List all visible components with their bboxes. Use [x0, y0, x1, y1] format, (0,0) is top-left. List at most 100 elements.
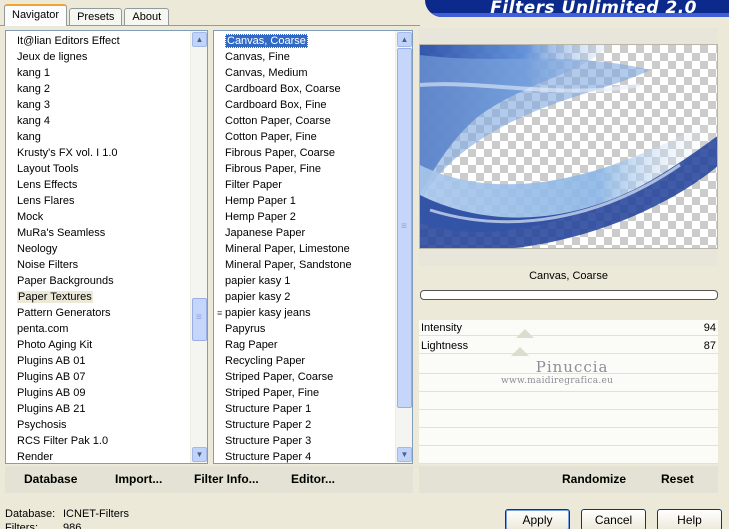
filter-item[interactable]: Cardboard Box, Coarse: [214, 81, 395, 97]
filter-item[interactable]: Papyrus: [214, 321, 395, 337]
category-item[interactable]: Pattern Generators: [6, 305, 190, 321]
filter-item[interactable]: ≡ papier kasy jeans: [214, 305, 395, 321]
filter-item-label: Structure Paper 1: [225, 403, 312, 415]
category-item[interactable]: It@lian Editors Effect: [6, 33, 190, 49]
category-item[interactable]: Layout Tools: [6, 161, 190, 177]
category-item[interactable]: kang 4: [6, 113, 190, 129]
category-item[interactable]: Paper Textures: [6, 289, 190, 305]
category-item[interactable]: RCS Filter Pak 1.0: [6, 433, 190, 449]
category-scrollbar[interactable]: ▲ ▼: [190, 31, 207, 463]
scroll-up-icon[interactable]: ▲: [397, 32, 412, 47]
filter-item[interactable]: Cotton Paper, Fine: [214, 129, 395, 145]
filter-item[interactable]: Canvas, Medium: [214, 65, 395, 81]
status-database-label: Database:: [5, 508, 56, 520]
category-item-label: Plugins AB 09: [17, 387, 86, 399]
slider-thumb-icon[interactable]: [516, 329, 534, 338]
scroll-down-icon[interactable]: ▼: [397, 447, 412, 462]
category-item[interactable]: Plugins AB 01: [6, 353, 190, 369]
category-item[interactable]: Paper Backgrounds: [6, 273, 190, 289]
category-item[interactable]: Plugins AB 21: [6, 401, 190, 417]
filter-item[interactable]: Rag Paper: [214, 337, 395, 353]
filter-item[interactable]: Cotton Paper, Coarse: [214, 113, 395, 129]
filter-item-label: Structure Paper 2: [225, 419, 312, 431]
filter-items: Canvas, Coarse Canvas, Fine Canvas, Medium…: [214, 33, 395, 463]
category-item[interactable]: Plugins AB 09: [6, 385, 190, 401]
filter-item[interactable]: Striped Paper, Coarse: [214, 369, 395, 385]
tab-about[interactable]: About: [124, 8, 170, 26]
filter-item[interactable]: Structure Paper 2: [214, 417, 395, 433]
category-item-label: kang 3: [17, 99, 51, 111]
preview-image[interactable]: [419, 44, 718, 249]
filter-item[interactable]: Mineral Paper, Limestone: [214, 241, 395, 257]
filter-item[interactable]: Hemp Paper 1: [214, 193, 395, 209]
category-item-label: Lens Effects: [17, 179, 78, 191]
category-item[interactable]: MuRa's Seamless: [6, 225, 190, 241]
category-item[interactable]: Render: [6, 449, 190, 463]
scroll-down-icon[interactable]: ▼: [192, 447, 207, 462]
category-list[interactable]: It@lian Editors Effect Jeux de lignes kang…: [5, 30, 208, 464]
category-item-label: It@lian Editors Effect: [17, 35, 120, 47]
category-scroll-thumb[interactable]: [192, 297, 207, 341]
status-database-value: ICNET-Filters: [63, 508, 129, 520]
help-button[interactable]: Help: [657, 509, 722, 529]
database-button[interactable]: Database: [24, 472, 77, 486]
slider-lightness[interactable]: Lightness 87: [419, 338, 718, 354]
filter-item-label: Canvas, Medium: [225, 67, 308, 79]
category-item[interactable]: Photo Aging Kit: [6, 337, 190, 353]
category-item[interactable]: kang 3: [6, 97, 190, 113]
category-item[interactable]: Krusty's FX vol. I 1.0: [6, 145, 190, 161]
filter-item[interactable]: papier kasy 1: [214, 273, 395, 289]
filter-item[interactable]: Filter Paper: [214, 177, 395, 193]
category-item[interactable]: Neology: [6, 241, 190, 257]
category-item[interactable]: kang: [6, 129, 190, 145]
category-item-label: kang: [17, 131, 41, 143]
filter-item[interactable]: Structure Paper 1: [214, 401, 395, 417]
slider-thumb-icon[interactable]: [511, 347, 529, 356]
filter-item[interactable]: Canvas, Fine: [214, 49, 395, 65]
category-item[interactable]: penta.com: [6, 321, 190, 337]
category-item[interactable]: kang 2: [6, 81, 190, 97]
filter-scroll-thumb[interactable]: [397, 48, 412, 408]
import-button[interactable]: Import...: [115, 472, 162, 486]
slider-label: Lightness: [421, 340, 469, 352]
filter-item[interactable]: Hemp Paper 2: [214, 209, 395, 225]
filter-scrollbar[interactable]: ▲ ▼: [395, 31, 412, 463]
filter-item-label: Hemp Paper 2: [225, 211, 296, 223]
cancel-button[interactable]: Cancel: [581, 509, 646, 529]
category-item[interactable]: kang 1: [6, 65, 190, 81]
randomize-button[interactable]: Randomize: [562, 472, 626, 486]
category-item[interactable]: Mock: [6, 209, 190, 225]
category-item-label: Noise Filters: [17, 259, 79, 271]
filter-item[interactable]: Striped Paper, Fine: [214, 385, 395, 401]
category-item[interactable]: Lens Flares: [6, 193, 190, 209]
filter-item-label: Structure Paper 4: [225, 451, 312, 463]
category-item[interactable]: Plugins AB 07: [6, 369, 190, 385]
filter-item[interactable]: Japanese Paper: [214, 225, 395, 241]
filter-item[interactable]: Canvas, Coarse: [214, 33, 395, 49]
tab-presets[interactable]: Presets: [69, 8, 123, 26]
filter-list[interactable]: Canvas, Coarse Canvas, Fine Canvas, Medium…: [213, 30, 413, 464]
watermark-url: www.maidiregrafica.eu: [501, 376, 614, 386]
filter-item[interactable]: Structure Paper 4: [214, 449, 395, 463]
status-filters-label: Filters:: [5, 522, 38, 529]
filter-item[interactable]: Cardboard Box, Fine: [214, 97, 395, 113]
filter-info-button[interactable]: Filter Info...: [194, 472, 259, 486]
filter-item[interactable]: Recycling Paper: [214, 353, 395, 369]
apply-button[interactable]: Apply: [505, 509, 570, 529]
slider-intensity[interactable]: Intensity 94: [419, 320, 718, 336]
editor-button[interactable]: Editor...: [291, 472, 335, 486]
reset-button[interactable]: Reset: [661, 472, 694, 486]
category-item[interactable]: Jeux de lignes: [6, 49, 190, 65]
category-item-label: Render: [17, 451, 54, 463]
filter-item[interactable]: Fibrous Paper, Fine: [214, 161, 395, 177]
filter-item[interactable]: papier kasy 2: [214, 289, 395, 305]
slider-value: 87: [703, 340, 716, 352]
filter-item[interactable]: Mineral Paper, Sandstone: [214, 257, 395, 273]
category-item[interactable]: Lens Effects: [6, 177, 190, 193]
category-item[interactable]: Noise Filters: [6, 257, 190, 273]
category-item[interactable]: Psychosis: [6, 417, 190, 433]
scroll-up-icon[interactable]: ▲: [192, 32, 207, 47]
tab-navigator[interactable]: Navigator: [4, 4, 68, 26]
filter-item[interactable]: Fibrous Paper, Coarse: [214, 145, 395, 161]
filter-item[interactable]: Structure Paper 3: [214, 433, 395, 449]
